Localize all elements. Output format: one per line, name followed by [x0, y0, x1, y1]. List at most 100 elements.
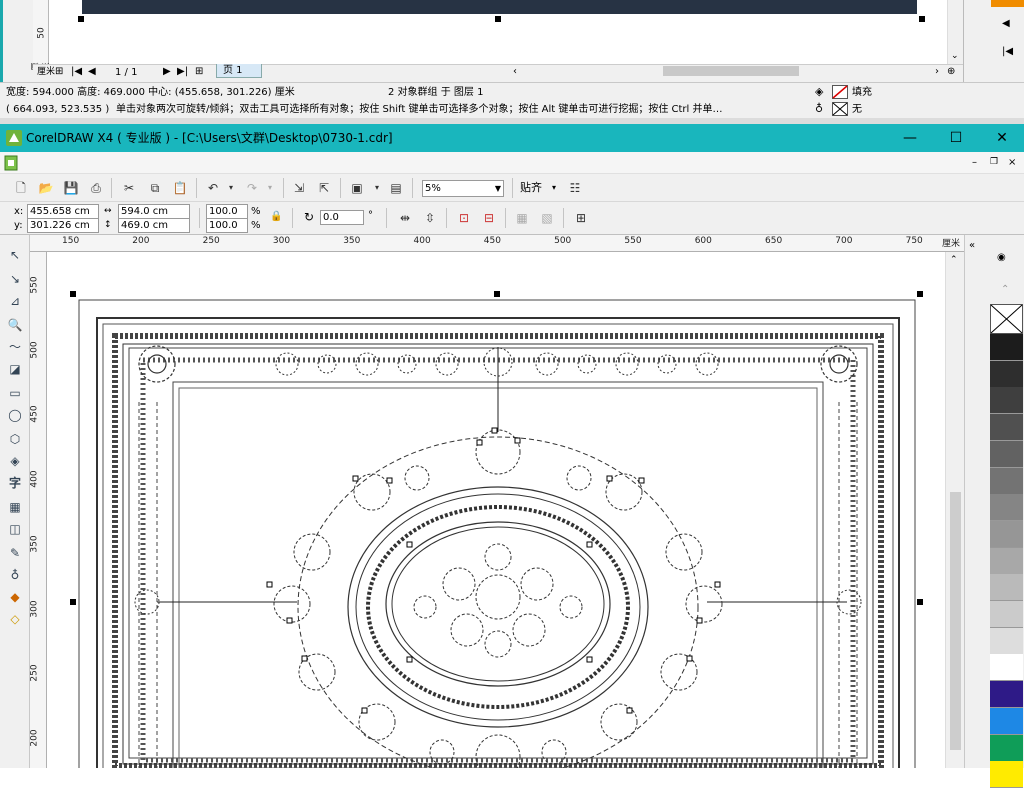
export-icon[interactable]: ⇱	[315, 179, 333, 197]
scale-x-input[interactable]: 100.0	[206, 204, 248, 219]
document-icon[interactable]	[4, 155, 18, 171]
vertical-scroll-thumb[interactable]	[950, 492, 961, 750]
ungroup-icon[interactable]: ⊟	[480, 209, 498, 227]
height-input[interactable]: 469.0 cm	[118, 218, 190, 233]
no-color-swatch[interactable]	[990, 304, 1023, 334]
paste-icon[interactable]: 📋	[171, 179, 189, 197]
ellipse-tool-icon[interactable]: ◯	[4, 405, 26, 425]
rectangle-tool-icon[interactable]: ▭	[4, 383, 26, 403]
color-swatch[interactable]	[990, 387, 1023, 415]
scale-y-input[interactable]: 100.0	[206, 218, 248, 233]
first-page-icon[interactable]: |◀	[71, 65, 82, 78]
basic-shapes-tool-icon[interactable]: ◈	[4, 451, 26, 471]
zoom-tool-icon[interactable]: 🔍	[4, 315, 26, 335]
zoom-icon[interactable]: ⊕	[947, 65, 955, 78]
import-icon[interactable]: ⇲	[290, 179, 308, 197]
color-swatch[interactable]	[990, 707, 1023, 735]
scroll-down-icon[interactable]: ⌄	[951, 50, 959, 63]
freehand-tool-icon[interactable]: 〜	[4, 337, 26, 357]
x-position-input[interactable]: 455.658 cm	[27, 204, 99, 219]
add-page-icon[interactable]: ⊞	[195, 65, 203, 78]
smart-fill-tool-icon[interactable]: ◪	[4, 359, 26, 379]
new-document-icon[interactable]: 🗋	[12, 179, 30, 197]
mirror-horizontal-icon[interactable]: ⇹	[396, 209, 414, 227]
scroll-right-icon[interactable]: ›	[935, 65, 939, 78]
selection-handle[interactable]	[495, 16, 501, 22]
color-swatch[interactable]	[990, 360, 1023, 388]
interactive-blend-tool-icon[interactable]: ◫	[4, 519, 26, 539]
undo-dropdown-icon[interactable]: ▾	[222, 179, 240, 197]
vertical-ruler[interactable]: 550 500 450 400 350 300 250 200	[30, 252, 47, 768]
prev-vertical-scrollbar[interactable]: ⌄	[947, 0, 963, 64]
doc-restore-icon[interactable]: ❐	[990, 156, 998, 169]
color-swatch[interactable]	[990, 574, 1023, 602]
redo-dropdown-icon[interactable]: ▾	[261, 179, 279, 197]
color-swatch[interactable]	[990, 334, 1023, 361]
eyedropper-tool-icon[interactable]: ✎	[4, 543, 26, 563]
zoom-level-select[interactable]: 5% ▼	[422, 180, 504, 197]
first-page-icon[interactable]: |◀	[1002, 45, 1013, 58]
palette-menu-icon[interactable]: ◉	[997, 251, 1006, 264]
color-swatch[interactable]	[990, 467, 1023, 495]
doc-close-icon[interactable]: ×	[1008, 156, 1016, 169]
group-icon[interactable]: ⊡	[455, 209, 473, 227]
selection-handle[interactable]	[919, 16, 925, 22]
pick-tool-icon[interactable]: ↖	[4, 245, 26, 265]
y-position-input[interactable]: 301.226 cm	[27, 218, 99, 233]
print-icon[interactable]: ⎙	[87, 179, 105, 197]
launcher-dropdown-icon[interactable]: ▾	[368, 179, 386, 197]
horizontal-ruler[interactable]: 150 200 250 300 350 400 450 500 550 600 650 700 750 …	[30, 235, 964, 252]
color-swatch[interactable]	[990, 494, 1023, 522]
open-folder-icon[interactable]: 📂	[37, 179, 55, 197]
color-swatch[interactable]	[990, 440, 1023, 468]
snap-dropdown-icon[interactable]: ▾	[552, 181, 556, 194]
palette-scroll-up-icon[interactable]: ⌃	[1001, 283, 1009, 296]
align-distribute-icon[interactable]: ⊞	[572, 209, 590, 227]
collapse-docker-icon[interactable]: «	[969, 239, 975, 252]
table-tool-icon[interactable]: ▦	[4, 497, 26, 517]
prev-dark-rectangle[interactable]	[82, 0, 917, 14]
color-swatch[interactable]	[990, 761, 1023, 788]
add-page-icon[interactable]: ⊞	[55, 65, 63, 78]
mirror-vertical-icon[interactable]: ⇳	[421, 209, 439, 227]
scroll-left-icon[interactable]: ‹	[513, 65, 517, 78]
width-input[interactable]: 594.0 cm	[118, 204, 190, 219]
arrow-left-icon[interactable]: ◀	[1002, 17, 1010, 30]
next-page-icon[interactable]: ▶	[163, 65, 171, 78]
copy-icon[interactable]: ⧉	[146, 179, 164, 197]
polygon-tool-icon[interactable]: ⬡	[4, 429, 26, 449]
fill-tool-icon[interactable]: ◆	[4, 587, 26, 607]
combine-icon[interactable]: ▦	[513, 209, 531, 227]
selection-handle[interactable]	[78, 16, 84, 22]
horizontal-scroll-thumb[interactable]	[663, 66, 799, 76]
break-apart-icon[interactable]: ▧	[538, 209, 556, 227]
drawing-canvas[interactable]	[47, 252, 945, 781]
interactive-fill-tool-icon[interactable]: ◇	[4, 609, 26, 629]
color-swatch[interactable]	[990, 414, 1023, 442]
color-swatch[interactable]	[990, 520, 1023, 548]
ornamental-frame-drawing[interactable]	[47, 252, 945, 781]
maximize-button[interactable]: ☐	[933, 124, 979, 152]
rotation-input[interactable]: 0.0	[320, 210, 364, 225]
scroll-up-icon[interactable]: ⌃	[950, 254, 958, 267]
color-swatch[interactable]	[990, 654, 1023, 682]
text-tool-icon[interactable]: 字	[4, 473, 26, 493]
minimize-button[interactable]: —	[887, 124, 933, 152]
color-swatch[interactable]	[990, 601, 1023, 628]
doc-minimize-icon[interactable]: –	[972, 156, 977, 169]
color-swatch[interactable]	[990, 627, 1023, 655]
prev-page-icon[interactable]: ◀	[88, 65, 96, 78]
cut-icon[interactable]: ✂	[120, 179, 138, 197]
undo-icon[interactable]: ↶	[204, 179, 222, 197]
page-tab[interactable]: 页 1	[216, 64, 262, 78]
last-page-icon[interactable]: ▶|	[177, 65, 188, 78]
color-swatch[interactable]	[990, 547, 1023, 575]
lock-ratio-icon[interactable]: 🔒	[270, 210, 282, 223]
color-swatch[interactable]	[990, 734, 1023, 762]
snap-to-button[interactable]: 贴齐	[520, 181, 542, 194]
options-icon[interactable]: ☷	[566, 179, 584, 197]
vertical-scrollbar[interactable]: ⌃	[945, 252, 964, 768]
color-swatch[interactable]	[990, 681, 1023, 709]
outline-tool-icon[interactable]: ♁	[4, 565, 26, 585]
redo-icon[interactable]: ↷	[243, 179, 261, 197]
